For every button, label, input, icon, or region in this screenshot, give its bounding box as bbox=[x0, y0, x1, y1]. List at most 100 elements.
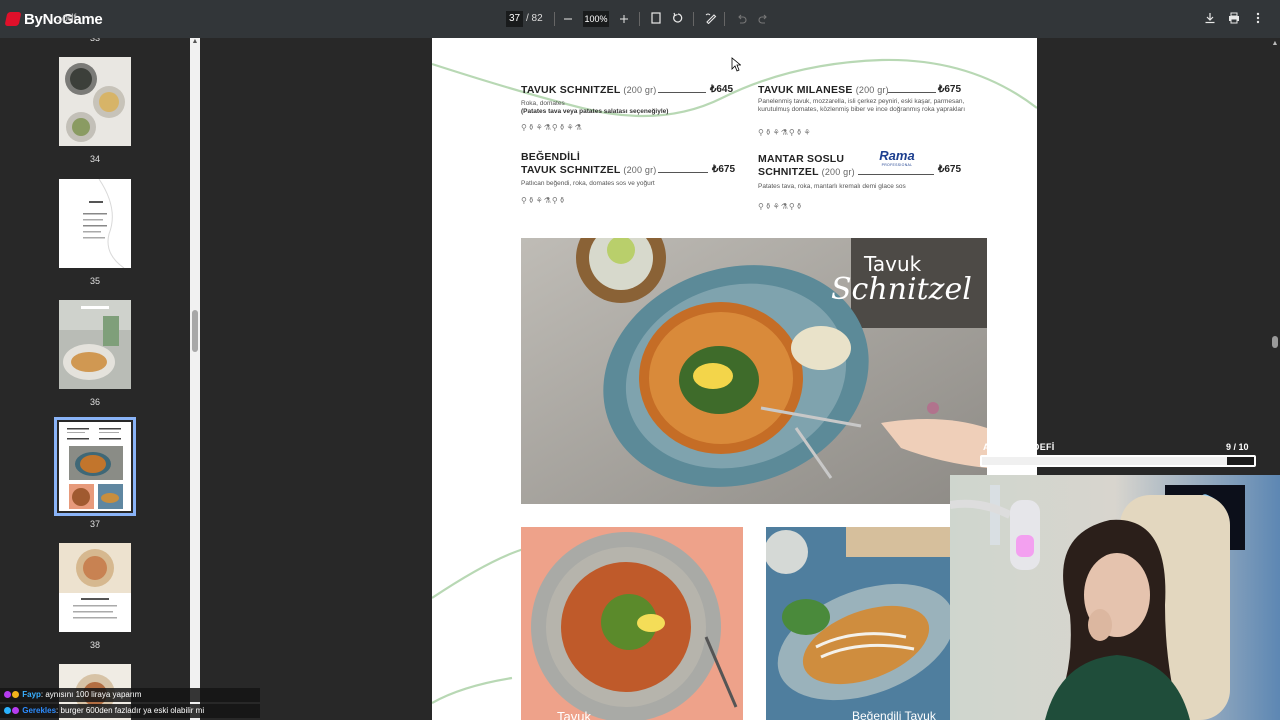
chat-text: : aynısını 100 liraya yaparım bbox=[40, 690, 142, 699]
begendili-photo-image bbox=[766, 527, 956, 720]
menu-item-title: TAVUK SCHNITZEL (200 gr) bbox=[521, 164, 657, 176]
chat-text: : burger 600den fazladır ya eski olabili… bbox=[56, 706, 205, 715]
menu-item-price: ₺675 bbox=[712, 164, 736, 175]
fit-page-icon bbox=[651, 12, 661, 24]
redo-icon bbox=[758, 14, 767, 24]
sidebar-scroll-up-icon[interactable]: ▲ bbox=[191, 38, 199, 46]
thumbnail-image bbox=[59, 543, 131, 632]
sidebar-scroll-thumb[interactable] bbox=[192, 310, 198, 352]
menu-item-title: SCHNITZEL (200 gr) bbox=[758, 166, 855, 178]
zoom-input[interactable]: 100% bbox=[583, 11, 609, 27]
allergen-icons: ⚲⚱⚘⚗⚲⚱⚘ bbox=[758, 128, 812, 137]
minus-icon bbox=[564, 18, 572, 20]
menu-item-price: ₺645 bbox=[710, 84, 734, 95]
brand-name: Rama bbox=[879, 148, 915, 163]
subscriber-goal-fill bbox=[982, 457, 1227, 465]
menu-item-title: TAVUK SCHNITZEL (200 gr) bbox=[521, 84, 657, 96]
download-icon bbox=[1205, 13, 1215, 24]
thumbnail-image bbox=[59, 422, 131, 511]
webcam-image bbox=[950, 475, 1280, 720]
thumbnail-page-37[interactable] bbox=[54, 417, 136, 516]
menu-item-title: TAVUK MILANESE (200 gr) bbox=[758, 84, 889, 96]
tavuk-photo-image bbox=[521, 527, 743, 720]
download-button[interactable] bbox=[1200, 9, 1220, 29]
chat-message: Fayp: aynısını 100 liraya yaparım bbox=[0, 688, 260, 702]
scroll-up-icon[interactable]: ▲ bbox=[1271, 40, 1279, 48]
toolbar-divider bbox=[554, 12, 555, 26]
thumbnail-page-36[interactable] bbox=[59, 300, 131, 389]
plus-icon bbox=[620, 15, 628, 23]
file-name: ...pdf bbox=[54, 13, 77, 24]
menu-item-price: ₺675 bbox=[938, 84, 962, 95]
price-leader-line bbox=[858, 174, 934, 175]
logo-mark-icon bbox=[4, 12, 22, 26]
chat-username: Gerekles bbox=[22, 706, 57, 715]
fit-page-button[interactable] bbox=[646, 9, 666, 29]
chat-badge-icon bbox=[12, 691, 19, 698]
zoom-in-button[interactable] bbox=[614, 9, 634, 29]
thumbnail-page-number: 33 bbox=[89, 38, 100, 43]
thumbnail-page-38[interactable] bbox=[59, 543, 131, 632]
annotate-button[interactable] bbox=[701, 9, 721, 29]
thumbnail-image bbox=[59, 57, 131, 146]
mouse-cursor-icon bbox=[731, 57, 741, 72]
chat-badge-icon bbox=[4, 707, 11, 714]
tavuk-photo: Tavuk bbox=[521, 527, 743, 720]
undo-button[interactable] bbox=[731, 9, 751, 29]
chat-badge-icon bbox=[4, 691, 11, 698]
menu-item-description: Panelenmiş tavuk, mozzarella, isli çerke… bbox=[758, 98, 966, 114]
subscriber-goal-bar bbox=[980, 455, 1256, 467]
begendili-tavuk-photo: Beğendili Tavuk bbox=[766, 527, 956, 720]
chat-username: Fayp bbox=[22, 690, 41, 699]
price-leader-line bbox=[658, 172, 708, 173]
thumbnail-image bbox=[59, 300, 131, 389]
pdf-toolbar: ByNoGame ...pdf 37 / 82 100% bbox=[0, 0, 1280, 38]
menu-item-title: BEĞENDİLİ bbox=[521, 151, 580, 163]
print-button[interactable] bbox=[1224, 9, 1244, 29]
thumbnail-page-35[interactable] bbox=[59, 178, 131, 269]
menu-item-description: Patlıcan beğendi, roka, domates sos ve y… bbox=[521, 180, 655, 187]
thumbnail-image bbox=[59, 178, 131, 269]
thumbnail-page-34[interactable] bbox=[59, 57, 131, 146]
thumbnail-page-number: 34 bbox=[89, 154, 100, 164]
menu-item-description: Roka, domates (Patates tava veya patates … bbox=[521, 100, 669, 116]
webcam-overlay bbox=[950, 475, 1280, 720]
zoom-out-button[interactable] bbox=[558, 9, 578, 29]
allergen-icons: ⚲⚱⚘⚗⚲⚱ bbox=[758, 202, 804, 211]
thumbnail-page-number: 37 bbox=[89, 519, 100, 529]
photo-label: Beğendili Tavuk bbox=[852, 709, 936, 720]
print-icon bbox=[1229, 12, 1239, 24]
subscriber-goal-label: ABONE HEDEFİ bbox=[983, 442, 1055, 452]
page-number-input[interactable]: 37 bbox=[506, 11, 523, 27]
price-leader-line bbox=[888, 92, 936, 93]
price-leader-line bbox=[658, 92, 706, 93]
allergen-icons: ⚲⚱⚘⚗⚲⚱⚘⚗ bbox=[521, 123, 583, 132]
rotate-icon bbox=[673, 12, 683, 23]
rotate-button[interactable] bbox=[668, 9, 688, 29]
more-options-button[interactable] bbox=[1248, 9, 1268, 29]
allergen-icons: ⚲⚱⚘⚗⚲⚱ bbox=[521, 196, 567, 205]
chat-badge-icon bbox=[12, 707, 19, 714]
annotate-icon bbox=[705, 13, 717, 25]
document-scroll-thumb[interactable] bbox=[1272, 336, 1278, 348]
brand-logo: Rama PROFESSIONAL bbox=[877, 148, 917, 167]
brand-sub: PROFESSIONAL bbox=[881, 163, 913, 167]
toolbar-divider bbox=[639, 12, 640, 26]
hero-script-title: Schnitzel bbox=[831, 272, 972, 307]
thumbnail-page-number: 35 bbox=[89, 276, 100, 286]
menu-item-title: MANTAR SOSLU bbox=[758, 153, 845, 165]
thumbnail-page-number: 38 bbox=[89, 640, 100, 650]
thumbnail-sidebar: 33 34 35 36 37 38 bbox=[0, 38, 190, 720]
toolbar-divider bbox=[724, 12, 725, 26]
undo-icon bbox=[737, 14, 746, 24]
subscriber-goal-count: 9 / 10 bbox=[1226, 442, 1249, 452]
toolbar-divider bbox=[693, 12, 694, 26]
redo-button[interactable] bbox=[753, 9, 773, 29]
sidebar-scrollbar[interactable] bbox=[190, 38, 200, 720]
photo-label: Tavuk bbox=[557, 709, 591, 720]
menu-item-description: Patates tava, roka, mantarlı kremalı dem… bbox=[758, 183, 906, 190]
more-vertical-icon bbox=[1256, 12, 1260, 24]
pdf-page: TAVUK SCHNITZEL (200 gr) ₺645 Roka, doma… bbox=[432, 38, 1037, 720]
menu-item-price: ₺675 bbox=[938, 164, 962, 175]
hero-food-photo: Tavuk Schnitzel bbox=[521, 238, 987, 504]
